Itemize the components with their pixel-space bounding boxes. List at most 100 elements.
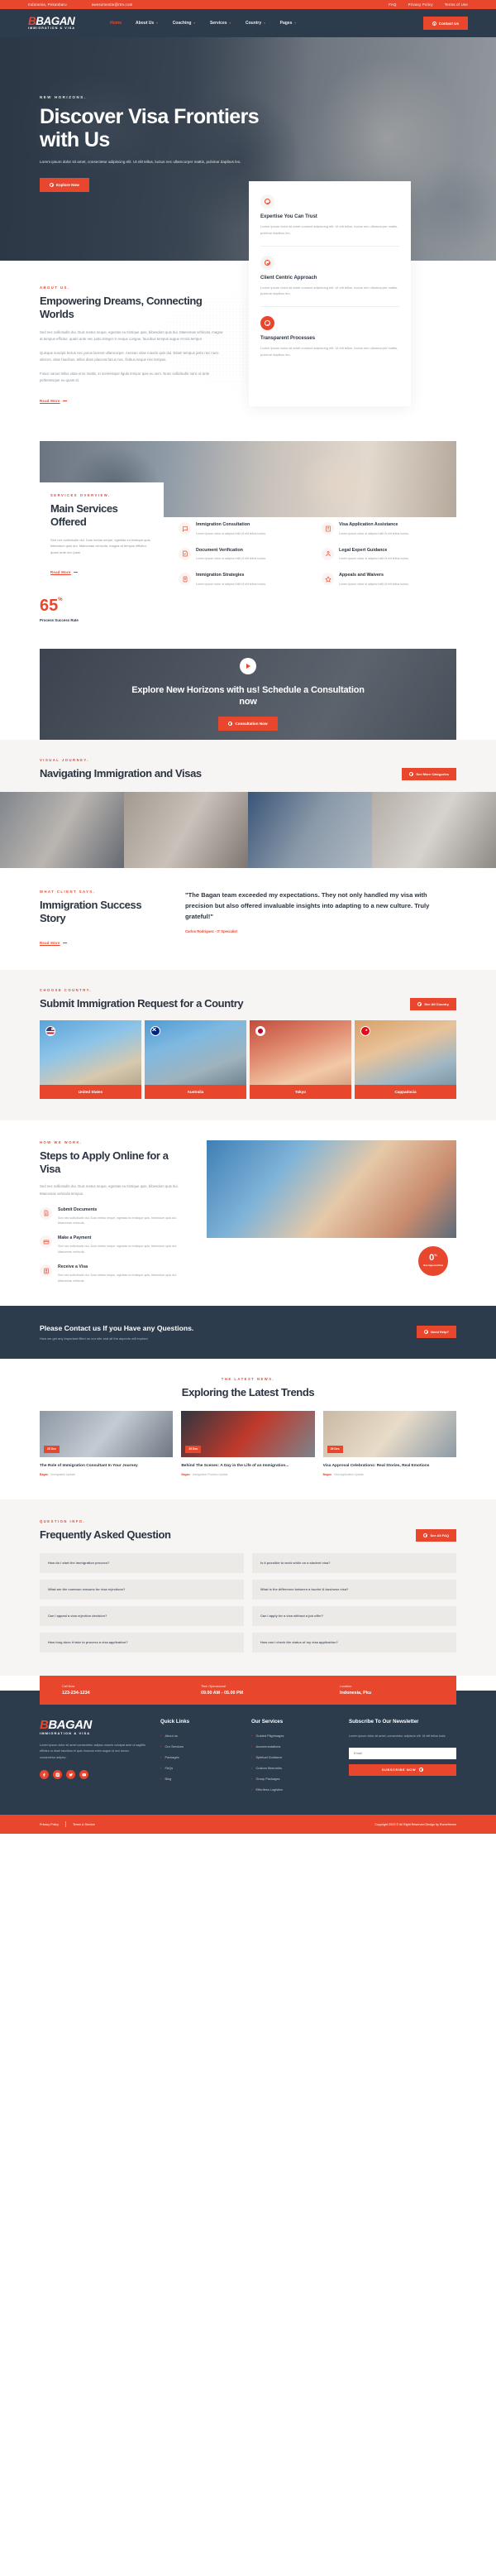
about-label: ABOUT US. [40, 285, 70, 290]
footer-strip-title: Location [340, 1684, 352, 1688]
service-item[interactable]: Appeals and Waivers Lorem ipsum dolor si … [322, 573, 456, 589]
gallery-image-4[interactable] [372, 792, 496, 869]
youtube-icon[interactable] [79, 1770, 88, 1780]
faq-question[interactable]: How can I check the status of my visa ap… [252, 1632, 456, 1653]
service-item[interactable]: Immigration Strategies Lorem ipsum dolor … [179, 573, 313, 589]
need-help-button[interactable]: Need Help? [416, 1326, 456, 1339]
footer-strip-value[interactable]: 123-234-1234 [62, 1691, 179, 1696]
gallery-image-1[interactable] [0, 792, 124, 869]
footer-link-our-services[interactable]: Our Services [160, 1744, 236, 1749]
footer-newsletter: Subscribe To Our Newsletter Lorem ipsum … [349, 1719, 456, 1798]
service-item[interactable]: Legal Expert Guidance Lorem ipsum dolor s… [322, 547, 456, 564]
contact-bar-subtitle: How we get any important filled on our s… [40, 1336, 149, 1341]
footer-service-group-packages[interactable]: Group Packages [251, 1777, 334, 1781]
footer-link-label: Accommodations [255, 1744, 281, 1749]
cta-consultation-button[interactable]: Consultation Now [218, 717, 278, 732]
service-item[interactable]: Document Verification Lorem ipsum dolor s… [179, 547, 313, 564]
service-item[interactable]: Visa Application Assistance Lorem ipsum d… [322, 522, 456, 539]
about-title: Empowering Dreams, Connecting Worlds [40, 295, 203, 321]
nav-item-coaching[interactable]: Coaching ▼ [173, 21, 196, 26]
faq-question[interactable]: How do I start the immigration process? [40, 1553, 244, 1574]
country-card-australia[interactable]: Australia [145, 1019, 246, 1099]
footer-service-accommodations[interactable]: Accommodations [251, 1744, 334, 1749]
nav-item-services[interactable]: Services ▼ [210, 21, 231, 26]
faq-question[interactable]: Can I appeal a visa rejection decision? [40, 1606, 244, 1626]
instagram-icon[interactable] [53, 1770, 62, 1780]
blog-post-card[interactable]: 25 Dec The Role of Immigration Consultan… [40, 1410, 174, 1476]
footer-link-about-us[interactable]: About us [160, 1734, 236, 1738]
footer-terms-link[interactable]: Terms & Service [73, 1823, 95, 1826]
logo-subtitle: IMMIGRATION & VISA [28, 26, 76, 31]
gallery-image-3[interactable] [248, 792, 372, 869]
footer-logo[interactable]: BBAGAN IMMIGRATION & VISA [40, 1719, 145, 1735]
see-all-faq-button[interactable]: See All FAQ [416, 1529, 456, 1542]
faq-question[interactable]: Is it possible to work while on a studen… [252, 1553, 456, 1574]
contact-bar-title: Please Contact us If you Have any Questi… [40, 1323, 194, 1332]
nav-item-label: Pages [279, 21, 293, 26]
footer-service-custom-itineraries[interactable]: Custom Itineraries [251, 1766, 334, 1770]
services-read-more-link[interactable]: Read More [50, 570, 78, 574]
footer-info-strip: Call Now 123-234-1234 Time Operasional 0… [40, 1675, 456, 1705]
gallery-image-2[interactable] [124, 792, 248, 869]
nav-item-home[interactable]: Home [110, 21, 122, 26]
nav-item-pages[interactable]: Pages ▼ [280, 21, 297, 26]
facebook-icon[interactable] [40, 1770, 49, 1780]
topbar-email[interactable]: awesomesite@rtm.com [92, 2, 133, 7]
play-icon[interactable] [240, 657, 256, 674]
topbar-link-faq[interactable]: FAQ [389, 2, 396, 7]
arrow-icon [419, 1768, 424, 1772]
footer-link-faqs[interactable]: FAQs [160, 1766, 236, 1770]
arrow-icon [228, 722, 233, 727]
about-read-more-link[interactable]: Read More [40, 399, 67, 403]
nav-item-about-us[interactable]: About Us ▼ [136, 21, 159, 26]
service-text: Lorem ipsum dolor si adipisci elit.Ut el… [196, 531, 267, 535]
newsletter-email-input[interactable] [349, 1747, 456, 1759]
faq-question[interactable]: Can I apply for a visa without a job off… [252, 1606, 456, 1626]
chevron-down-icon: ▼ [155, 22, 159, 25]
footer-privacy-policy-link[interactable]: Privacy Policy [40, 1823, 59, 1826]
contact-us-button[interactable]: Contact Us [422, 17, 468, 30]
testimonial-label: WHAT CLIENT SAYS. [40, 890, 96, 895]
country-card-cappadocia[interactable]: Cappadocia [355, 1019, 456, 1099]
feature-text: Lorem ipsum dolor sit amet consect adipi… [260, 346, 398, 357]
footer-service-spiritual-guidance[interactable]: Spiritual Guidance [251, 1755, 334, 1759]
topbar-link-terms[interactable]: Terms of Use [445, 2, 468, 7]
service-title: Immigration Consultation [196, 522, 250, 528]
footer-service-guided-pilgrimages[interactable]: Guided Pilgrimages [251, 1734, 334, 1738]
blog-post-card[interactable]: 25 Dec Visa Approval Celebrations: Real … [322, 1410, 456, 1476]
country-name: Cappadocia [355, 1084, 456, 1099]
arrow-icon [417, 1001, 422, 1006]
topbar-link-privacy[interactable]: Privacy Policy [408, 2, 433, 7]
country-card-united-states[interactable]: United States [40, 1019, 141, 1099]
faq-question[interactable]: How long does it take to process a visa … [40, 1632, 244, 1653]
post-category: Immigration Process Update [192, 1473, 228, 1477]
site-logo[interactable]: BBAGAN IMMIGRATION & VISA [28, 16, 75, 31]
post-image: 25 Dec [181, 1410, 315, 1457]
blog-post-card[interactable]: 25 Dec Behind The Scenes: A Day in the L… [181, 1410, 315, 1477]
service-item[interactable]: Immigration Consultation Lorem ipsum dolo… [179, 522, 313, 539]
post-title: Visa Approval Celebrations: Real Stories… [322, 1463, 430, 1468]
steps-section: HOW WE WORK. Steps to Apply Online for a… [0, 1120, 496, 1306]
subscribe-now-button[interactable]: SUBSCRIBE NOW [349, 1763, 456, 1776]
steps-label: HOW WE WORK. [40, 1139, 83, 1144]
see-all-country-button[interactable]: See All Country [410, 997, 456, 1010]
hero-explore-button[interactable]: Explore Now [40, 178, 89, 193]
feature-item: Client Centric Approach Lorem ipsum dolo… [260, 255, 399, 308]
flag-turkey-icon [360, 1025, 370, 1036]
nav-item-country[interactable]: Country ▼ [246, 21, 266, 26]
footer-link-packages[interactable]: Packages [160, 1755, 236, 1759]
faq-question[interactable]: What is the difference between a tourist… [252, 1580, 456, 1600]
twitter-icon[interactable] [66, 1770, 75, 1780]
countries-list: United States Australia Tokyo Cappadocia [0, 1019, 496, 1099]
faq-question[interactable]: What are the common reasons for visa rej… [40, 1580, 244, 1600]
country-card-tokyo[interactable]: Tokyo [250, 1019, 351, 1099]
services-list: Immigration Consultation Lorem ipsum dolo… [179, 482, 456, 589]
badge-text: Visa Approval Rate [422, 1264, 444, 1268]
testimonial-read-more-link[interactable]: Read More [40, 941, 67, 945]
footer-service-effortless-logistics[interactable]: Effortless Logistics [251, 1787, 334, 1792]
nav-item-label: Coaching [172, 21, 192, 26]
main-navigation: BBAGAN IMMIGRATION & VISA Home About Us ▼… [0, 9, 496, 37]
footer-link-blog[interactable]: Blog [160, 1777, 236, 1781]
footer-logo-text: BAGAN [48, 1717, 92, 1732]
see-more-categories-button[interactable]: See More Categories [402, 768, 456, 781]
